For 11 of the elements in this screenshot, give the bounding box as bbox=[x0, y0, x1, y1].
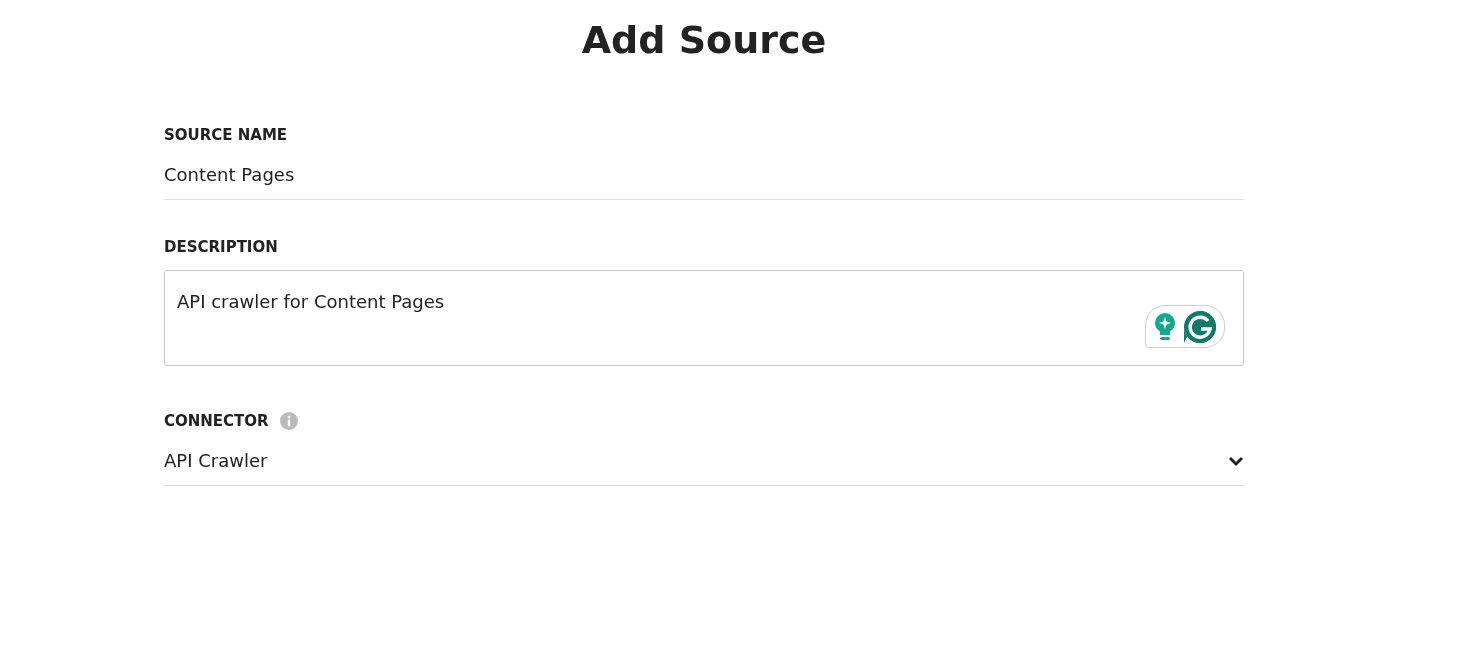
connector-dropdown[interactable]: API Crawler bbox=[164, 432, 1244, 486]
source-name-field[interactable]: Content Pages bbox=[164, 146, 1244, 200]
field-label: CONNECTOR bbox=[164, 412, 269, 430]
lightbulb-icon[interactable] bbox=[1153, 311, 1177, 342]
field-label: SOURCE NAME bbox=[164, 126, 288, 144]
assistant-logo-icon[interactable] bbox=[1183, 309, 1217, 344]
page-title: Add Source bbox=[580, 17, 828, 64]
description-field[interactable]: API crawler for Content Pages bbox=[164, 270, 1244, 366]
chevron-down-icon bbox=[1228, 454, 1244, 467]
assistant-widget[interactable] bbox=[1145, 305, 1225, 348]
field-label: DESCRIPTION bbox=[164, 238, 278, 256]
